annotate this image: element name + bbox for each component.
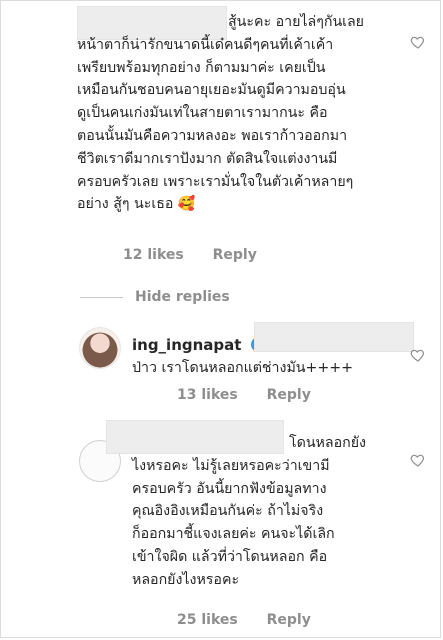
heart-icon[interactable]	[410, 452, 426, 468]
hide-replies-button[interactable]: Hide replies	[135, 289, 230, 305]
like-count[interactable]: 12 likes	[123, 247, 184, 263]
username-label[interactable]: ing_ingnapat	[132, 336, 241, 354]
reply-text: โดนหลอกยัง ไงหรอคะ ไม่รู้เลยหรอคะว่าเขาม…	[132, 435, 366, 588]
heart-icon[interactable]	[410, 34, 426, 50]
reply-meta: 13 likes Reply	[177, 387, 311, 403]
divider-line	[80, 297, 123, 298]
reply-button[interactable]: Reply	[267, 612, 311, 628]
comment-text: สู้นะคะ อายไล่ๆกันเลย หน้าตาก็น่ารักขนาด…	[77, 14, 364, 213]
reply-button[interactable]: Reply	[213, 247, 257, 263]
redacted-text	[254, 322, 414, 352]
reply-meta: 25 likes Reply	[177, 612, 311, 628]
heart-icon[interactable]	[410, 347, 426, 363]
reply-text: ป่าว เราโดนหลอกแต่ช่างมัน++++	[132, 360, 354, 376]
like-count[interactable]: 13 likes	[177, 387, 238, 403]
avatar[interactable]	[79, 327, 121, 369]
reply-button[interactable]: Reply	[267, 387, 311, 403]
like-count[interactable]: 25 likes	[177, 612, 238, 628]
username[interactable]: ing_ingnapat	[132, 335, 266, 354]
comment-meta: 12 likes Reply	[123, 247, 257, 263]
